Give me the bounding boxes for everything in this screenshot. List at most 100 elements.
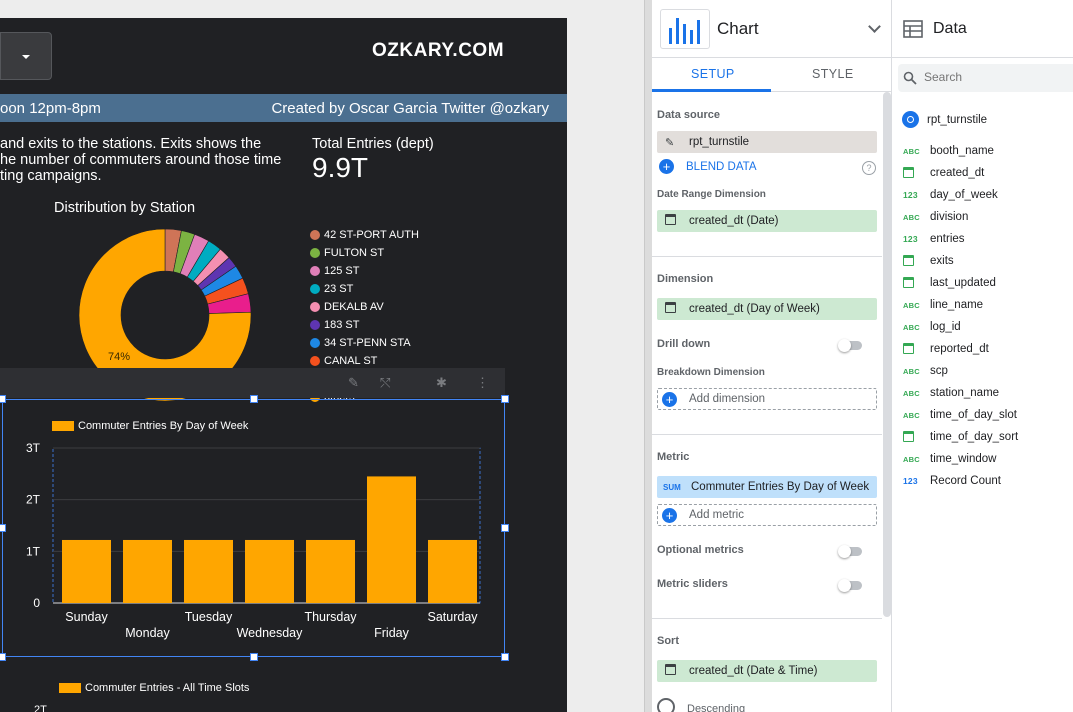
dropdown-control[interactable] xyxy=(0,32,52,80)
resize-handle[interactable] xyxy=(0,395,6,403)
legend-item[interactable]: FULTON ST xyxy=(310,244,421,262)
dimension-chip[interactable]: created_dt (Day of Week) xyxy=(657,298,877,320)
help-icon[interactable]: ? xyxy=(862,161,876,175)
field-item[interactable]: ABC time_window xyxy=(903,448,1018,470)
field-name: exits xyxy=(930,255,954,267)
blend-data-label: BLEND DATA xyxy=(686,160,757,173)
metric-chip[interactable]: SUM Commuter Entries By Day of Week xyxy=(657,476,877,498)
field-name: line_name xyxy=(930,299,984,311)
field-item[interactable]: ABC booth_name xyxy=(903,140,1018,162)
resize-handle[interactable] xyxy=(250,653,258,661)
description-text: and exits to the stations. Exits shows t… xyxy=(0,136,300,184)
field-name: scp xyxy=(930,365,948,377)
field-item[interactable]: ABC line_name xyxy=(903,294,1018,316)
add-metric-button[interactable]: + Add metric xyxy=(657,504,877,526)
sort-chip[interactable]: created_dt (Date & Time) xyxy=(657,660,877,682)
number-type-icon: 123 xyxy=(903,190,918,200)
resize-handle[interactable] xyxy=(501,653,509,661)
data-source-name: rpt_turnstile xyxy=(689,136,750,148)
search-input[interactable] xyxy=(924,70,1064,84)
date-type-icon xyxy=(903,254,930,268)
scrollbar[interactable] xyxy=(883,92,891,617)
sort-value: created_dt (Date & Time) xyxy=(689,665,818,677)
field-item[interactable]: ABC station_name xyxy=(903,382,1018,404)
date-range-chip[interactable]: created_dt (Date) xyxy=(657,210,877,232)
legend-swatch xyxy=(310,320,320,330)
add-dimension-button[interactable]: + Add dimension xyxy=(657,388,877,410)
field-item[interactable]: reported_dt xyxy=(903,338,1018,360)
field-item[interactable]: created_dt xyxy=(903,162,1018,184)
scorecard-label: Total Entries (dept) xyxy=(312,136,434,152)
field-name: reported_dt xyxy=(930,343,989,355)
field-item[interactable]: ABC log_id xyxy=(903,316,1018,338)
field-name: day_of_week xyxy=(930,189,998,201)
pencil-icon[interactable]: ✎ xyxy=(348,375,359,391)
legend-item[interactable]: 125 ST xyxy=(310,262,421,280)
descending-radio[interactable] xyxy=(657,698,675,712)
data-source-chip[interactable]: ✎ rpt_turnstile xyxy=(657,131,877,153)
field-item[interactable]: ABC scp xyxy=(903,360,1018,382)
optional-metrics-toggle[interactable] xyxy=(838,545,864,558)
legend-item[interactable]: 23 ST xyxy=(310,280,421,298)
field-search[interactable] xyxy=(898,64,1073,92)
field-item[interactable]: 123 Record Count xyxy=(903,470,1018,492)
legend-item[interactable]: 34 ST-PENN STA xyxy=(310,334,421,352)
date-type-icon xyxy=(903,430,930,444)
dimension-value: created_dt (Day of Week) xyxy=(689,303,820,315)
scorecard-value: 9.9T xyxy=(312,152,369,183)
pencil-icon[interactable]: ✎ xyxy=(665,136,689,149)
field-item[interactable]: ABC time_of_day_slot xyxy=(903,404,1018,426)
legend-swatch xyxy=(310,302,320,312)
selection-frame[interactable] xyxy=(2,399,505,657)
legend-item[interactable]: 183 ST xyxy=(310,316,421,334)
field-name: time_of_day_sort xyxy=(930,431,1019,443)
chart-panel-title: Chart xyxy=(717,19,759,38)
resize-handle[interactable] xyxy=(501,395,509,403)
calendar-icon xyxy=(665,302,689,316)
drill-down-toggle[interactable] xyxy=(838,339,864,352)
calendar-icon xyxy=(665,664,689,678)
field-name: entries xyxy=(930,233,965,245)
resize-handle[interactable] xyxy=(0,653,6,661)
metric-sliders-toggle[interactable] xyxy=(838,579,864,592)
field-item[interactable]: 123 entries xyxy=(903,228,1018,250)
data-panel: Data rpt_turnstile ABC booth_name created_… xyxy=(892,0,1073,712)
resize-handle[interactable] xyxy=(501,524,509,532)
resize-handle[interactable] xyxy=(250,395,258,403)
chart-properties-panel: Chart SETUP STYLE Data source ✎ rpt_turn… xyxy=(652,0,892,712)
legend-label: 42 ST-PORT AUTH xyxy=(324,229,419,241)
aggregation-badge[interactable]: SUM xyxy=(663,483,691,492)
blend-data-button[interactable]: + BLEND DATA xyxy=(659,159,757,174)
field-item[interactable]: 123 day_of_week xyxy=(903,184,1018,206)
sparkle-off-icon[interactable]: ✱ xyxy=(436,375,447,391)
legend-item[interactable]: 42 ST-PORT AUTH xyxy=(310,226,421,244)
legend-label: FULTON ST xyxy=(324,247,385,259)
caret-down-icon xyxy=(22,55,30,59)
tab-style[interactable]: STYLE xyxy=(812,67,854,81)
drill-down-label: Drill down xyxy=(657,338,711,350)
bar-chart-type-icon[interactable] xyxy=(660,9,710,49)
chevron-down-icon[interactable] xyxy=(868,20,881,33)
pie-chart-title: Distribution by Station xyxy=(54,200,196,216)
legend-label: 183 ST xyxy=(324,319,360,331)
text-type-icon: ABC xyxy=(903,388,920,398)
field-name: division xyxy=(930,211,969,223)
chart-type-icon[interactable]: ⤲ xyxy=(380,375,390,391)
divider xyxy=(652,256,882,257)
legend-item[interactable]: DEKALB AV xyxy=(310,298,421,316)
description-line: he number of commuters around those time xyxy=(0,152,282,168)
field-item[interactable]: exits xyxy=(903,250,1018,272)
tab-setup[interactable]: SETUP xyxy=(691,67,735,81)
resize-handle[interactable] xyxy=(0,524,6,532)
field-item[interactable]: ABC division xyxy=(903,206,1018,228)
data-source-row[interactable]: rpt_turnstile xyxy=(902,111,987,128)
panel-divider[interactable] xyxy=(644,0,652,712)
field-item[interactable]: last_updated xyxy=(903,272,1018,294)
legend-label: Commuter Entries - All Time Slots xyxy=(85,682,250,694)
metric-label: Metric xyxy=(657,451,690,463)
field-item[interactable]: time_of_day_sort xyxy=(903,426,1018,448)
text-type-icon: ABC xyxy=(903,454,920,464)
add-dimension-label: Add dimension xyxy=(689,393,766,405)
more-vert-icon[interactable]: ⋮ xyxy=(476,375,489,391)
optional-metrics-label: Optional metrics xyxy=(657,544,744,556)
